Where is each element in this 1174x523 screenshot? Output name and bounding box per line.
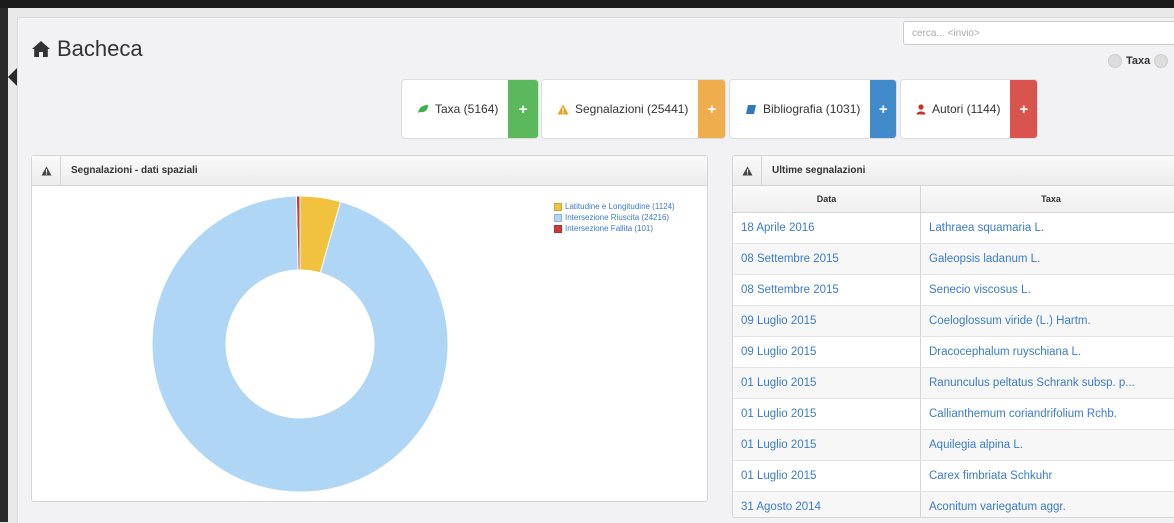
row-taxa-link[interactable]: Aconitum variegatum aggr. [921, 492, 1174, 519]
chart-legend: Latitudine e Longitudine (1124)Intersezi… [554, 201, 675, 234]
segnalazioni-table: Data Taxa 18 Aprile 2016Lathraea squamar… [733, 186, 1174, 518]
table-panel-title: Ultime segnalazioni [772, 165, 865, 176]
warning-icon [32, 156, 61, 185]
row-date-link[interactable]: 31 Agosto 2014 [733, 492, 921, 519]
chart-panel-header: Segnalazioni - dati spaziali [32, 156, 707, 186]
chart-panel-title: Segnalazioni - dati spaziali [71, 165, 198, 176]
page-title-text: Bacheca [57, 36, 143, 62]
top-bar [0, 0, 1174, 8]
bibliografia-stat-label: Bibliografia (1031) [763, 102, 860, 116]
warning-icon [557, 104, 569, 115]
row-date-link[interactable]: 01 Luglio 2015 [733, 461, 921, 492]
row-date-link[interactable]: 18 Aprile 2016 [733, 213, 921, 244]
column-header-taxa[interactable]: Taxa [921, 186, 1174, 213]
legend-swatch [554, 203, 562, 211]
row-taxa-link[interactable]: Coeloglossum viride (L.) Hartm. [921, 306, 1174, 337]
search-input[interactable] [903, 21, 1174, 45]
table-row: 31 Agosto 2014Aconitum variegatum aggr. [733, 492, 1174, 519]
row-taxa-link[interactable]: Dracocephalum ruyschiana L. [921, 337, 1174, 368]
row-date-link[interactable]: 01 Luglio 2015 [733, 430, 921, 461]
row-taxa-link[interactable]: Senecio viscosus L. [921, 275, 1174, 306]
sidebar-collapsed[interactable] [0, 8, 8, 522]
segnalazioni-stat-label: Segnalazioni (25441) [575, 102, 688, 116]
row-date-link[interactable]: 09 Luglio 2015 [733, 337, 921, 368]
table-panel-header: Ultime segnalazioni [733, 156, 1174, 186]
legend-item[interactable]: Intersezione Fallita (101) [554, 223, 675, 234]
legend-swatch [554, 225, 562, 233]
radio-other[interactable] [1154, 54, 1168, 68]
radio-taxa[interactable] [1108, 54, 1122, 68]
legend-label: Intersezione Riuscita (24216) [565, 212, 669, 223]
table-row: 08 Settembre 2015Galeopsis ladanum L. [733, 244, 1174, 275]
column-header-data[interactable]: Data [733, 186, 921, 213]
row-taxa-link[interactable]: Ranunculus peltatus Schrank subsp. p... [921, 368, 1174, 399]
table-row: 08 Settembre 2015Senecio viscosus L. [733, 275, 1174, 306]
table-panel: Ultime segnalazioni Data Taxa 18 Aprile … [732, 155, 1174, 518]
add-bibliografia-button[interactable]: + [870, 80, 896, 138]
table-row: 01 Luglio 2015Carex fimbriata Schkuhr [733, 461, 1174, 492]
bibliografia-stat-button[interactable]: Bibliografia (1031) + [729, 79, 897, 139]
book-icon [745, 104, 757, 115]
row-date-link[interactable]: 01 Luglio 2015 [733, 368, 921, 399]
table-row: 01 Luglio 2015Ranunculus peltatus Schran… [733, 368, 1174, 399]
leaf-icon [417, 104, 429, 114]
row-date-link[interactable]: 01 Luglio 2015 [733, 399, 921, 430]
row-taxa-link[interactable]: Callianthemum coriandrifolium Rchb. [921, 399, 1174, 430]
legend-label: Intersezione Fallita (101) [565, 223, 653, 234]
search-filter[interactable]: Taxa [1108, 54, 1168, 68]
row-date-link[interactable]: 09 Luglio 2015 [733, 306, 921, 337]
warning-icon [733, 156, 762, 185]
chart-panel: Segnalazioni - dati spaziali Latitudine … [31, 155, 708, 502]
segnalazioni-stat-button[interactable]: Segnalazioni (25441) + [541, 79, 726, 139]
user-icon [916, 104, 926, 115]
home-icon [31, 40, 51, 58]
row-taxa-link[interactable]: Aquilegia alpina L. [921, 430, 1174, 461]
sidebar-toggle-arrow-icon[interactable] [8, 68, 17, 86]
table-row: 09 Luglio 2015Coeloglossum viride (L.) H… [733, 306, 1174, 337]
page-title: Bacheca [31, 36, 143, 62]
row-date-link[interactable]: 08 Settembre 2015 [733, 244, 921, 275]
taxa-stat-button[interactable]: Taxa (5164) + [401, 79, 539, 139]
table-row: 18 Aprile 2016Lathraea squamaria L. [733, 213, 1174, 244]
table-row: 01 Luglio 2015Callianthemum coriandrifol… [733, 399, 1174, 430]
radio-taxa-label: Taxa [1126, 55, 1150, 67]
row-taxa-link[interactable]: Lathraea squamaria L. [921, 213, 1174, 244]
taxa-stat-label: Taxa (5164) [435, 102, 498, 116]
autori-stat-button[interactable]: Autori (1144) + [900, 79, 1038, 139]
legend-item[interactable]: Latitudine e Longitudine (1124) [554, 201, 675, 212]
legend-swatch [554, 214, 562, 222]
legend-item[interactable]: Intersezione Riuscita (24216) [554, 212, 675, 223]
add-segnalazione-button[interactable]: + [698, 80, 725, 138]
autori-stat-label: Autori (1144) [932, 102, 1000, 116]
legend-label: Latitudine e Longitudine (1124) [565, 201, 675, 212]
table-row: 01 Luglio 2015Aquilegia alpina L. [733, 430, 1174, 461]
table-row: 09 Luglio 2015Dracocephalum ruyschiana L… [733, 337, 1174, 368]
row-date-link[interactable]: 08 Settembre 2015 [733, 275, 921, 306]
add-autore-button[interactable]: + [1010, 80, 1037, 138]
row-taxa-link[interactable]: Galeopsis ladanum L. [921, 244, 1174, 275]
add-taxa-button[interactable]: + [508, 80, 538, 138]
row-taxa-link[interactable]: Carex fimbriata Schkuhr [921, 461, 1174, 492]
